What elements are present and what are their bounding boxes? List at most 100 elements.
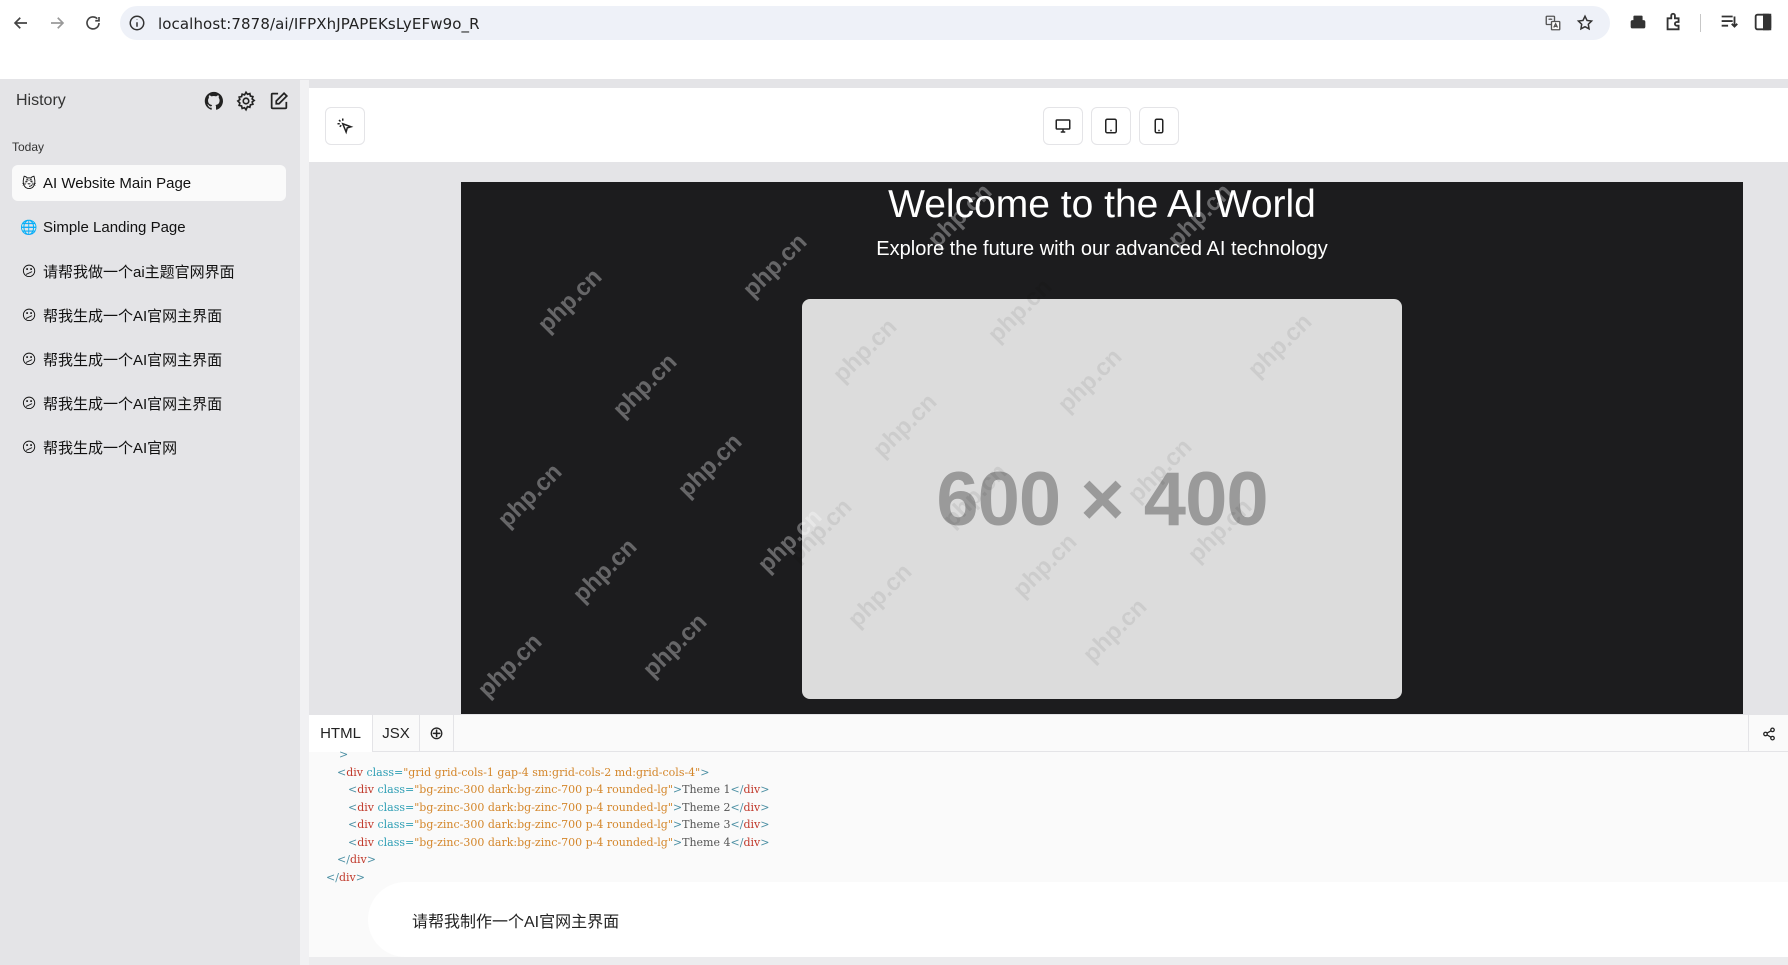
- history-item-label: 帮我生成一个AI官网主界面: [43, 351, 223, 369]
- code-line: </div>: [337, 853, 376, 866]
- code-token: Theme 4: [682, 835, 731, 849]
- desktop-view-button[interactable]: [1043, 107, 1083, 145]
- code-token: class=: [374, 783, 415, 796]
- site-info-icon[interactable]: [128, 14, 146, 32]
- code-token: Theme 1: [682, 783, 731, 796]
- website-preview[interactable]: Welcome to the AI World Explore the futu…: [461, 182, 1743, 714]
- code-token: >: [672, 835, 683, 849]
- sidebar-title: History: [16, 92, 66, 109]
- address-bar[interactable]: localhost:7878/ai/IFPXhJPAPEKsLyEFw9o_R: [120, 6, 1610, 40]
- history-item[interactable]: 😕 帮我生成一个AI官网主界面: [12, 297, 286, 333]
- history-item[interactable]: 😕 帮我生成一个AI官网主界面: [12, 341, 286, 377]
- url-text[interactable]: localhost:7878/ai/IFPXhJPAPEKsLyEFw9o_R: [158, 15, 480, 33]
- code-token: div: [743, 800, 761, 814]
- code-line: >: [339, 748, 348, 761]
- code-token: >: [760, 783, 770, 796]
- code-tab-bar: HTML JSX ⊕: [309, 714, 1788, 752]
- code-token: div: [357, 835, 374, 849]
- scroll-strip[interactable]: [309, 957, 1788, 965]
- code-token: </: [326, 870, 339, 884]
- code-token: <: [348, 835, 358, 849]
- code-token: "bg-zinc-300 dark:bg-zinc-700 p-4 rounde…: [414, 818, 673, 831]
- arrow-left-icon: [13, 17, 27, 29]
- code-token: "bg-zinc-300 dark:bg-zinc-700 p-4 rounde…: [414, 800, 673, 814]
- new-chat-edit-icon[interactable]: [268, 90, 290, 112]
- reading-list-icon[interactable]: [1718, 11, 1740, 33]
- translate-icon[interactable]: [1544, 14, 1562, 32]
- code-token: div: [357, 800, 374, 814]
- globe-icon: 🌐: [20, 219, 38, 235]
- code-token: >: [672, 800, 683, 814]
- code-token: div: [338, 870, 356, 884]
- history-item[interactable]: 🌐 Simple Landing Page: [12, 209, 286, 245]
- watermark: php.cn: [672, 428, 748, 504]
- history-list: 😼 AI Website Main Page 🌐 Simple Landing …: [12, 165, 286, 473]
- main-panel: Welcome to the AI World Explore the futu…: [309, 80, 1788, 965]
- code-token: >: [700, 765, 710, 779]
- smartphone-icon: [1154, 118, 1164, 134]
- code-line: </div>: [326, 871, 365, 884]
- bookmark-star-icon[interactable]: [1576, 14, 1594, 32]
- code-token: class=: [374, 818, 415, 831]
- monitor-icon: [1055, 119, 1071, 133]
- tab-html[interactable]: HTML: [309, 715, 373, 752]
- robot-cat-icon: 😼: [21, 175, 37, 191]
- add-tab-button[interactable]: ⊕: [420, 715, 454, 752]
- tablet-icon: [1105, 118, 1117, 134]
- code-token: div: [743, 783, 761, 796]
- code-token: >: [339, 748, 349, 761]
- preview-toolbar: [309, 88, 1788, 162]
- history-item[interactable]: 😼 AI Website Main Page: [12, 165, 286, 201]
- preview-subheading: Explore the future with our advanced AI …: [876, 238, 1328, 260]
- reload-icon: [86, 16, 100, 30]
- watermark: php.cn: [567, 533, 643, 609]
- code-token: </: [730, 800, 744, 814]
- arrow-right-icon: [51, 17, 65, 29]
- section-label-today: Today: [12, 140, 45, 154]
- code-token: >: [355, 870, 365, 884]
- tablet-view-button[interactable]: [1091, 107, 1131, 145]
- settings-gear-icon[interactable]: [235, 90, 257, 112]
- share-button[interactable]: [1748, 715, 1788, 752]
- confused-face-icon: 😕: [21, 351, 37, 367]
- side-panel-icon[interactable]: [1752, 11, 1774, 33]
- history-item[interactable]: 😕 帮我生成一个AI官网主界面: [12, 385, 286, 421]
- share-nodes-icon: [1762, 727, 1775, 740]
- code-token: div: [357, 783, 374, 796]
- watermark: php.cn: [492, 458, 568, 534]
- sidebar-resize-handle[interactable]: [300, 80, 309, 965]
- code-token: div: [743, 835, 761, 849]
- reload-button[interactable]: [80, 10, 106, 36]
- code-line: <div class="bg-zinc-300 dark:bg-zinc-700…: [348, 836, 769, 849]
- element-select-button[interactable]: [325, 107, 365, 145]
- code-token: >: [760, 818, 770, 831]
- history-item[interactable]: 😕 帮我生成一个AI官网: [12, 429, 286, 465]
- mobile-view-button[interactable]: [1139, 107, 1179, 145]
- back-button[interactable]: [8, 10, 34, 36]
- placeholder-image-label: 600 × 400: [936, 456, 1268, 542]
- code-line: <div class="bg-zinc-300 dark:bg-zinc-700…: [348, 818, 769, 831]
- placeholder-image: 600 × 400: [802, 299, 1402, 699]
- chat-message-bubble: 请帮我制作一个AI官网主界面: [368, 882, 1788, 957]
- code-token: <: [348, 800, 358, 814]
- tab-jsx[interactable]: JSX: [373, 715, 420, 752]
- watermark: php.cn: [472, 628, 548, 704]
- forward-button[interactable]: [44, 10, 70, 36]
- code-token: >: [366, 853, 376, 866]
- code-token: "bg-zinc-300 dark:bg-zinc-700 p-4 rounde…: [414, 783, 673, 796]
- profile-incognito-icon[interactable]: [1627, 11, 1649, 33]
- code-token: Theme 3: [682, 818, 731, 831]
- github-icon[interactable]: [203, 90, 225, 112]
- extensions-icon[interactable]: [1663, 11, 1685, 33]
- code-token: div: [346, 765, 363, 779]
- code-token: class=: [374, 800, 415, 814]
- history-item[interactable]: 😕 请帮我做一个ai主题官网界面: [12, 253, 286, 289]
- code-token: >: [760, 835, 770, 849]
- watermark: php.cn: [607, 348, 683, 424]
- history-item-label: AI Website Main Page: [43, 174, 192, 192]
- code-editor[interactable]: > <div class="grid grid-cols-1 gap-4 sm:g…: [309, 748, 1788, 965]
- code-token: <: [348, 818, 358, 831]
- code-token: >: [672, 818, 683, 831]
- code-token: div: [357, 818, 374, 831]
- code-line: <div class="bg-zinc-300 dark:bg-zinc-700…: [348, 801, 769, 814]
